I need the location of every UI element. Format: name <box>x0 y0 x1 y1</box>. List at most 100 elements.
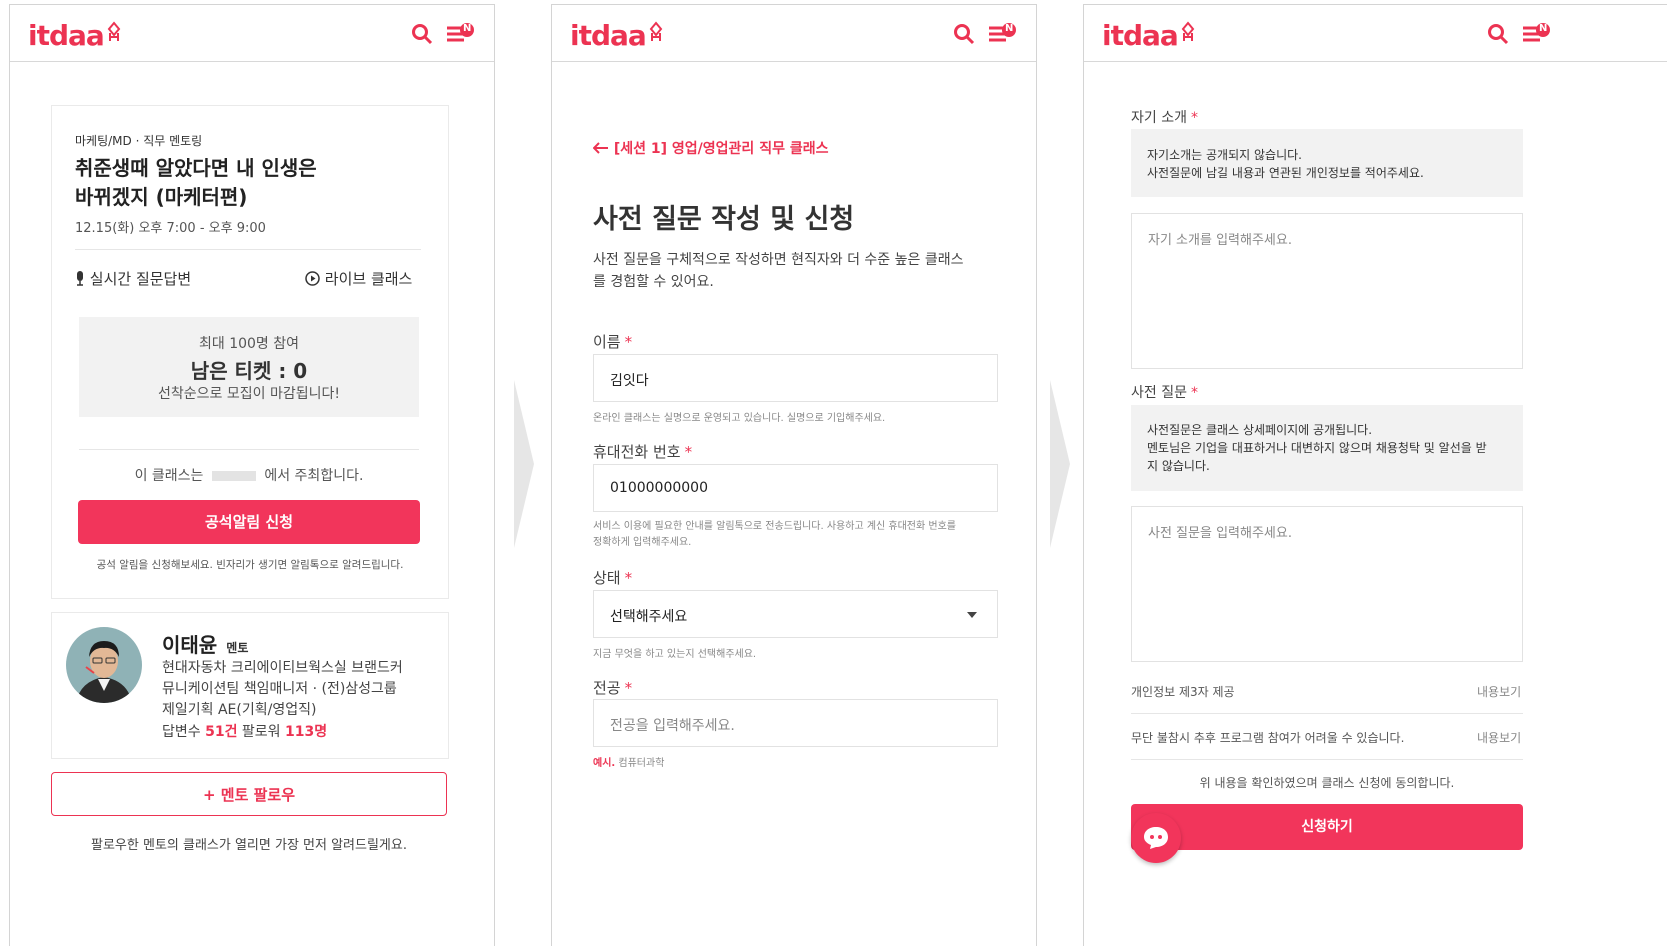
mentor-desc-line: 현대자동차 크리에이티브웍스실 브랜드커 <box>162 660 403 676</box>
page-title: 사전 질문 작성 및 신청 <box>593 204 855 235</box>
tickets-remaining: 남은 티켓 : 0 <box>190 359 308 383</box>
notice-line: 자기소개는 공개되지 않습니다. <box>1147 148 1302 162</box>
consent-text: 위 내용을 확인하였으며 클래스 신청에 동의합니다. <box>1199 776 1455 790</box>
pre-question-label-text: 사전 질문 <box>1131 385 1187 401</box>
class-title-line2: 바뀌겠지 (마케터편) <box>75 185 248 209</box>
pre-question-textarea[interactable]: 사전 질문을 입력해주세요. <box>1131 506 1523 662</box>
chat-bubble-button[interactable] <box>1131 813 1181 863</box>
major-example: 예시. 컴퓨터과학 <box>593 754 664 769</box>
view-terms-link[interactable]: 내용보기 <box>1477 683 1521 700</box>
play-icon <box>305 271 320 286</box>
major-label: 전공 * <box>593 677 632 698</box>
term-no-show: 무단 불참시 추후 프로그램 참여가 어려울 수 있습니다. <box>1131 731 1405 745</box>
search-icon[interactable] <box>411 23 433 45</box>
menu-icon[interactable]: N <box>1522 23 1552 49</box>
app-header: itdaa N <box>552 5 1036 62</box>
class-datetime: 12.15(화) 오후 7:00 - 오후 9:00 <box>75 221 266 236</box>
itdaa-logo[interactable]: itdaa <box>1102 19 1196 52</box>
mentor-name: 이태윤 <box>162 633 218 657</box>
phone-label-text: 휴대전화 번호 <box>593 443 681 461</box>
closing-note: 선착순으로 모집이 마감됩니다! <box>158 386 340 402</box>
required-mark: * <box>1190 110 1198 126</box>
mentor-stats: 답변수 51건 팔로워 113명 <box>162 721 327 741</box>
chat-icon <box>1144 827 1168 849</box>
dropdown-caret-icon <box>967 612 977 618</box>
answers-label: 답변수 <box>162 724 201 740</box>
divider <box>75 249 421 250</box>
name-value: 김잇다 <box>610 373 649 389</box>
phone-label: 휴대전화 번호 * <box>593 441 692 462</box>
notification-badge: N <box>1005 23 1014 34</box>
self-intro-notice: 자기소개는 공개되지 않습니다. 사전질문에 남길 내용과 연관된 개인정보를 … <box>1131 129 1523 197</box>
feature-live: 라이브 클래스 <box>305 268 412 289</box>
search-icon[interactable] <box>1487 23 1509 45</box>
self-intro-label-text: 자기 소개 <box>1131 110 1187 126</box>
intro-text: 사전 질문을 구체적으로 작성하면 현직자와 더 수준 높은 클래스 를 경험할… <box>593 249 963 293</box>
itdaa-logo[interactable]: itdaa <box>28 19 122 52</box>
name-field[interactable]: 김잇다 <box>593 354 998 402</box>
application-form-continued-screen: itdaa N 자기 소개 * 자기소개는 공개되지 않습니다. 사전질문에 남길… <box>1083 4 1667 946</box>
mentor-desc-line: 뮤니케이션팀 책임매니저 · (전)삼성그룹 <box>162 681 397 697</box>
status-select[interactable]: 선택해주세요 <box>593 590 998 638</box>
divider <box>1131 713 1523 714</box>
menu-icon[interactable]: N <box>988 23 1018 49</box>
application-form-screen: itdaa N [세션 1] 영업/영업관리 직무 클래스 사전 질문 작성 및… <box>551 4 1037 946</box>
phone-hint-line: 서비스 이용에 필요한 안내를 알림톡으로 전송드립니다. 사용하고 계신 휴대… <box>593 521 956 532</box>
example-prefix: 예시. <box>593 758 616 769</box>
required-mark: * <box>624 569 633 587</box>
class-detail-screen: itdaa N 마케팅/MD · 직무 멘토링 취준생때 알았다면 내 인생은 … <box>9 4 495 946</box>
followers-label: 팔로워 <box>241 724 281 740</box>
follow-mentor-button[interactable]: + 멘토 팔로우 <box>51 772 447 816</box>
intro-line: 사전 질문을 구체적으로 작성하면 현직자와 더 수준 높은 클래스 <box>593 252 964 268</box>
back-arrow-icon <box>592 142 608 154</box>
required-mark: * <box>624 679 633 697</box>
class-title-line1: 취준생때 알았다면 내 인생은 <box>75 156 317 180</box>
mentor-description: 현대자동차 크리에이티브웍스실 브랜드커 뮤니케이션팀 책임매니저 · (전)삼… <box>162 658 403 721</box>
back-link[interactable]: [세션 1] 영업/영업관리 직무 클래스 <box>592 138 829 158</box>
feature-qa: 실시간 질문답변 <box>75 268 191 289</box>
search-icon[interactable] <box>953 23 975 45</box>
name-hint: 온라인 클래스는 실명으로 운영되고 있습니다. 실명으로 기입해주세요. <box>593 413 886 424</box>
divider <box>79 449 419 450</box>
phone-hint: 서비스 이용에 필요한 안내를 알림톡으로 전송드립니다. 사용하고 계신 휴대… <box>593 519 1003 551</box>
vacancy-note: 공석 알림을 신청해보세요. 빈자리가 생기면 알림톡으로 알려드립니다. <box>96 559 404 571</box>
vacancy-alert-button[interactable]: 공석알림 신청 <box>78 500 420 544</box>
class-category: 마케팅/MD · 직무 멘토링 <box>75 134 203 148</box>
major-placeholder: 전공을 입력해주세요. <box>610 718 735 734</box>
required-mark: * <box>684 443 693 461</box>
notice-line: 지 않습니다. <box>1147 459 1210 473</box>
logo-text: itdaa <box>1102 19 1179 52</box>
mentor-name-row: 이태윤 멘토 <box>162 629 248 658</box>
intro-line: 를 경험할 수 있어요. <box>593 274 714 290</box>
status-selected-value: 선택해주세요 <box>610 609 688 625</box>
logo-mark-icon <box>1181 21 1195 41</box>
self-intro-label: 자기 소개 * <box>1131 107 1198 127</box>
term-third-party: 개인정보 제3자 제공 <box>1131 685 1235 699</box>
submit-button[interactable]: 신청하기 <box>1131 804 1523 850</box>
self-intro-textarea[interactable]: 자기 소개를 입력해주세요. <box>1131 213 1523 369</box>
logo-text: itdaa <box>28 19 105 52</box>
host-prefix: 이 클래스는 <box>134 468 204 484</box>
back-link-label: [세션 1] 영업/영업관리 직무 클래스 <box>613 141 829 157</box>
name-label-text: 이름 <box>593 333 621 351</box>
status-hint: 지금 무엇을 하고 있는지 선택해주세요. <box>593 649 757 660</box>
feature-qa-label: 실시간 질문답변 <box>89 270 192 288</box>
pre-question-placeholder: 사전 질문을 입력해주세요. <box>1148 526 1292 541</box>
mentor-desc-line: 제일기획 AE(기획/영업직) <box>162 702 317 718</box>
pre-question-label: 사전 질문 * <box>1131 382 1198 402</box>
self-intro-placeholder: 자기 소개를 입력해주세요. <box>1148 233 1292 248</box>
app-header: itdaa N <box>1084 5 1667 62</box>
logo-text: itdaa <box>570 19 647 52</box>
flow-arrow <box>514 380 534 548</box>
menu-icon[interactable]: N <box>446 23 476 49</box>
mentor-badge: 멘토 <box>226 641 249 655</box>
view-terms-link[interactable]: 내용보기 <box>1477 729 1521 746</box>
follow-note: 팔로우한 멘토의 클래스가 열리면 가장 먼저 알려드릴게요. <box>91 838 407 853</box>
capacity-text: 최대 100명 참여 <box>198 336 300 352</box>
major-field[interactable]: 전공을 입력해주세요. <box>593 699 998 747</box>
itdaa-logo[interactable]: itdaa <box>570 19 664 52</box>
phone-field[interactable]: 01000000000 <box>593 464 998 512</box>
required-mark: * <box>624 333 633 351</box>
host-line: 이 클래스는 에서 주최합니다. <box>75 465 423 485</box>
notice-line: 사전질문에 남길 내용과 연관된 개인정보를 적어주세요. <box>1147 166 1424 180</box>
